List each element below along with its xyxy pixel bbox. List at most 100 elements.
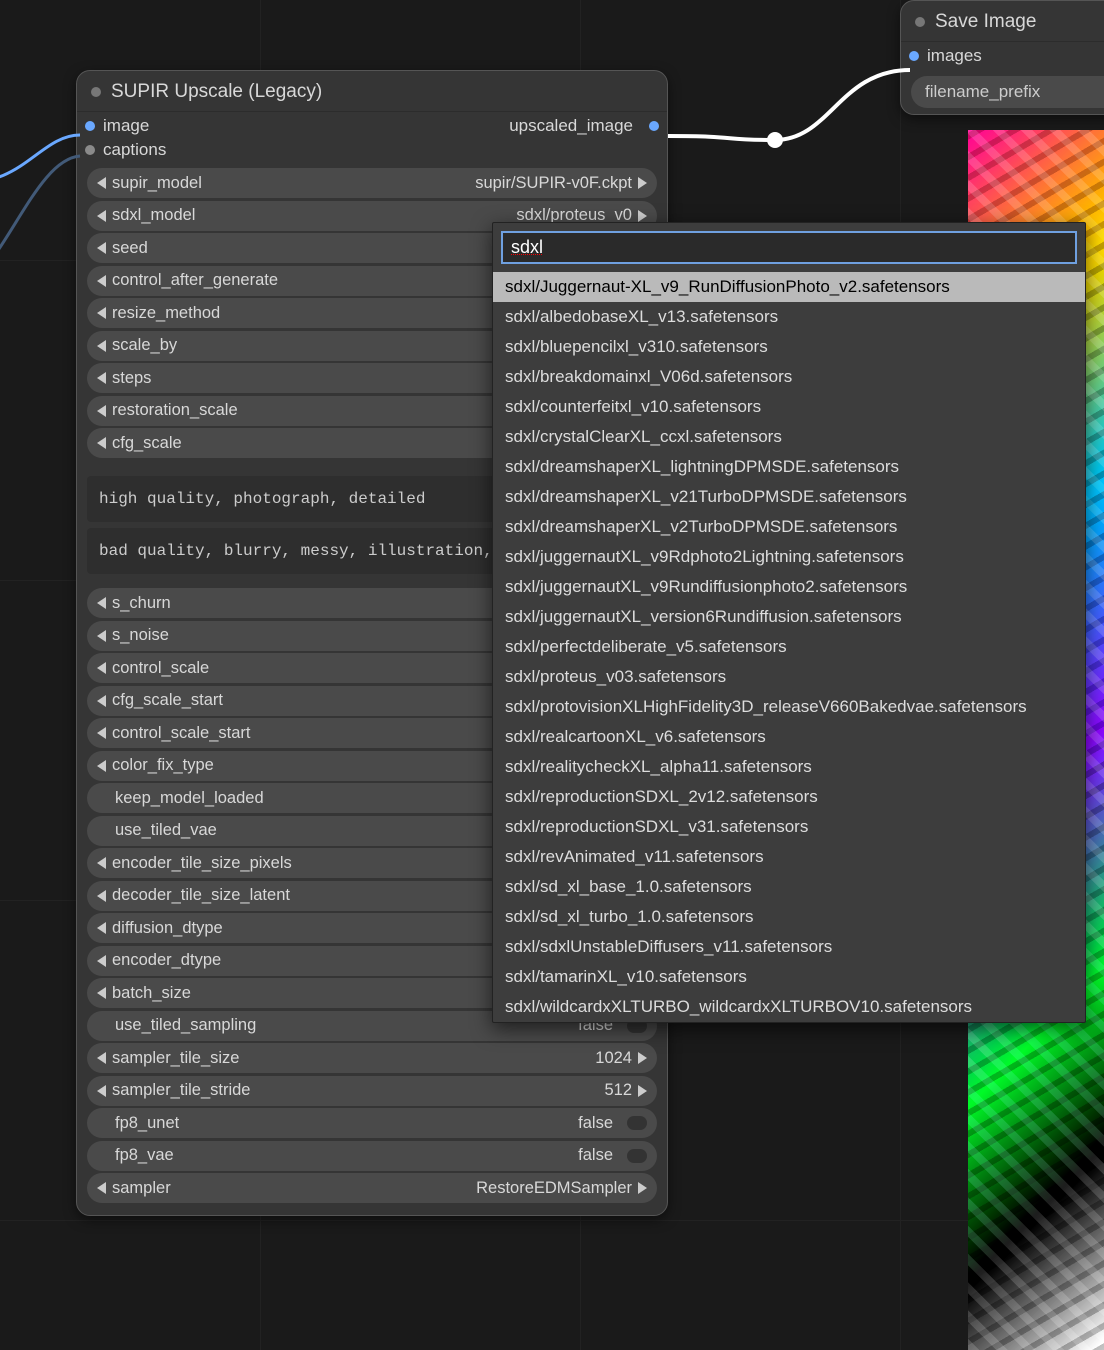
model-dropdown[interactable]: sdxl/Juggernaut-XL_v9_RunDiffusionPhoto_…: [492, 222, 1086, 1023]
dropdown-item[interactable]: sdxl/proteus_v03.safetensors: [493, 662, 1085, 692]
widget-label: s_churn: [112, 594, 171, 613]
widget-sampler-tile-stride[interactable]: sampler_tile_stride512: [87, 1076, 657, 1106]
widget-sampler-tile-size[interactable]: sampler_tile_size1024: [87, 1043, 657, 1073]
widget-supir-model[interactable]: supir_modelsupir/SUPIR-v0F.ckpt: [87, 168, 657, 198]
dropdown-item[interactable]: sdxl/sd_xl_turbo_1.0.safetensors: [493, 902, 1085, 932]
input-image[interactable]: image: [85, 116, 149, 136]
output-upscaled-image[interactable]: upscaled_image: [509, 116, 659, 136]
widget-fp8-vae[interactable]: fp8_vaefalse: [87, 1141, 657, 1171]
widget-label: sampler_tile_size: [112, 1049, 239, 1068]
node-title[interactable]: SUPIR Upscale (Legacy): [77, 71, 667, 112]
widget-label: restoration_scale: [112, 401, 238, 420]
collapse-dot-icon[interactable]: [91, 87, 101, 97]
chevron-left-icon[interactable]: [97, 727, 106, 739]
chevron-left-icon[interactable]: [97, 1182, 106, 1194]
port-icon: [85, 145, 95, 155]
port-icon: [909, 51, 919, 61]
dropdown-item[interactable]: sdxl/wildcardxXLTURBO_wildcardxXLTURBOV1…: [493, 992, 1085, 1022]
chevron-right-icon[interactable]: [638, 1085, 647, 1097]
chevron-left-icon[interactable]: [97, 307, 106, 319]
widget-label: keep_model_loaded: [115, 789, 264, 808]
chevron-left-icon[interactable]: [97, 890, 106, 902]
input-images[interactable]: images: [909, 46, 982, 66]
dropdown-item[interactable]: sdxl/realcartoonXL_v6.safetensors: [493, 722, 1085, 752]
dropdown-item[interactable]: sdxl/dreamshaperXL_v2TurboDPMSDE.safeten…: [493, 512, 1085, 542]
chevron-left-icon[interactable]: [97, 437, 106, 449]
dropdown-item[interactable]: sdxl/reproductionSDXL_2v12.safetensors: [493, 782, 1085, 812]
dropdown-item[interactable]: sdxl/Juggernaut-XL_v9_RunDiffusionPhoto_…: [493, 272, 1085, 302]
chevron-left-icon[interactable]: [97, 1052, 106, 1064]
port-icon: [85, 121, 95, 131]
dropdown-item[interactable]: sdxl/reproductionSDXL_v31.safetensors: [493, 812, 1085, 842]
dropdown-item[interactable]: sdxl/juggernautXL_v9Rdphoto2Lightning.sa…: [493, 542, 1085, 572]
chevron-right-icon[interactable]: [638, 1052, 647, 1064]
widget-sampler[interactable]: sampler RestoreEDMSampler: [87, 1173, 657, 1203]
dropdown-item[interactable]: sdxl/crystalClearXL_ccxl.safetensors: [493, 422, 1085, 452]
chevron-right-icon[interactable]: [638, 1182, 647, 1194]
chevron-left-icon[interactable]: [97, 760, 106, 772]
widget-label: color_fix_type: [112, 756, 214, 775]
widget-filename-prefix[interactable]: filename_prefix: [911, 76, 1104, 108]
widget-value: supir/SUPIR-v0F.ckpt: [475, 174, 632, 193]
chevron-left-icon[interactable]: [97, 662, 106, 674]
dropdown-item[interactable]: sdxl/dreamshaperXL_v21TurboDPMSDE.safete…: [493, 482, 1085, 512]
dropdown-item[interactable]: sdxl/protovisionXLHighFidelity3D_release…: [493, 692, 1085, 722]
dropdown-search-input[interactable]: [501, 231, 1077, 264]
widget-label: control_after_generate: [112, 271, 278, 290]
widget-value: false: [578, 1114, 621, 1133]
chevron-left-icon[interactable]: [97, 955, 106, 967]
dropdown-item[interactable]: sdxl/albedobaseXL_v13.safetensors: [493, 302, 1085, 332]
chevron-left-icon[interactable]: [97, 242, 106, 254]
chevron-left-icon[interactable]: [97, 922, 106, 934]
chevron-left-icon[interactable]: [97, 340, 106, 352]
widget-label: steps: [112, 369, 151, 388]
dropdown-item[interactable]: sdxl/dreamshaperXL_lightningDPMSDE.safet…: [493, 452, 1085, 482]
chevron-right-icon[interactable]: [638, 210, 647, 222]
node-title[interactable]: Save Image: [901, 1, 1104, 42]
chevron-left-icon[interactable]: [97, 857, 106, 869]
widget-label: scale_by: [112, 336, 177, 355]
dropdown-item[interactable]: sdxl/sdxlUnstableDiffusers_v11.safetenso…: [493, 932, 1085, 962]
chevron-left-icon[interactable]: [97, 987, 106, 999]
widget-label: use_tiled_vae: [115, 821, 217, 840]
chevron-left-icon[interactable]: [97, 405, 106, 417]
dropdown-item[interactable]: sdxl/bluepencilxl_v310.safetensors: [493, 332, 1085, 362]
chevron-right-icon[interactable]: [638, 177, 647, 189]
node-title-text: SUPIR Upscale (Legacy): [111, 81, 322, 103]
widget-label: batch_size: [112, 984, 191, 1003]
widget-label: cfg_scale_start: [112, 691, 223, 710]
dropdown-item[interactable]: sdxl/counterfeitxl_v10.safetensors: [493, 392, 1085, 422]
dropdown-item[interactable]: sdxl/realitycheckXL_alpha11.safetensors: [493, 752, 1085, 782]
widget-label: sampler: [112, 1179, 171, 1198]
chevron-left-icon[interactable]: [97, 695, 106, 707]
dropdown-item[interactable]: sdxl/juggernautXL_version6Rundiffusion.s…: [493, 602, 1085, 632]
widget-label: cfg_scale: [112, 434, 182, 453]
widget-label: s_noise: [112, 626, 169, 645]
chevron-left-icon[interactable]: [97, 177, 106, 189]
chevron-left-icon[interactable]: [97, 275, 106, 287]
dropdown-item[interactable]: sdxl/tamarinXL_v10.safetensors: [493, 962, 1085, 992]
widget-label: control_scale_start: [112, 724, 251, 743]
node-save-image[interactable]: Save Image images filename_prefix: [900, 0, 1104, 115]
widget-label: encoder_dtype: [112, 951, 221, 970]
chevron-left-icon[interactable]: [97, 597, 106, 609]
chevron-left-icon[interactable]: [97, 372, 106, 384]
chevron-left-icon[interactable]: [97, 1085, 106, 1097]
widget-value: 512: [604, 1081, 632, 1100]
node-title-text: Save Image: [935, 11, 1036, 33]
dropdown-item[interactable]: sdxl/perfectdeliberate_v5.safetensors: [493, 632, 1085, 662]
chevron-left-icon[interactable]: [97, 630, 106, 642]
collapse-dot-icon[interactable]: [915, 17, 925, 27]
dropdown-item[interactable]: sdxl/juggernautXL_v9Rundiffusionphoto2.s…: [493, 572, 1085, 602]
dropdown-item[interactable]: sdxl/revAnimated_v11.safetensors: [493, 842, 1085, 872]
input-captions[interactable]: captions: [85, 140, 166, 160]
toggle-icon[interactable]: [627, 1149, 647, 1163]
dropdown-item[interactable]: sdxl/breakdomainxl_V06d.safetensors: [493, 362, 1085, 392]
widget-label: decoder_tile_size_latent: [112, 886, 290, 905]
dropdown-item[interactable]: sdxl/sd_xl_base_1.0.safetensors: [493, 872, 1085, 902]
widget-fp8-unet[interactable]: fp8_unetfalse: [87, 1108, 657, 1138]
widget-label: encoder_tile_size_pixels: [112, 854, 292, 873]
chevron-left-icon[interactable]: [97, 210, 106, 222]
toggle-icon[interactable]: [627, 1116, 647, 1130]
widget-value: RestoreEDMSampler: [476, 1179, 632, 1198]
